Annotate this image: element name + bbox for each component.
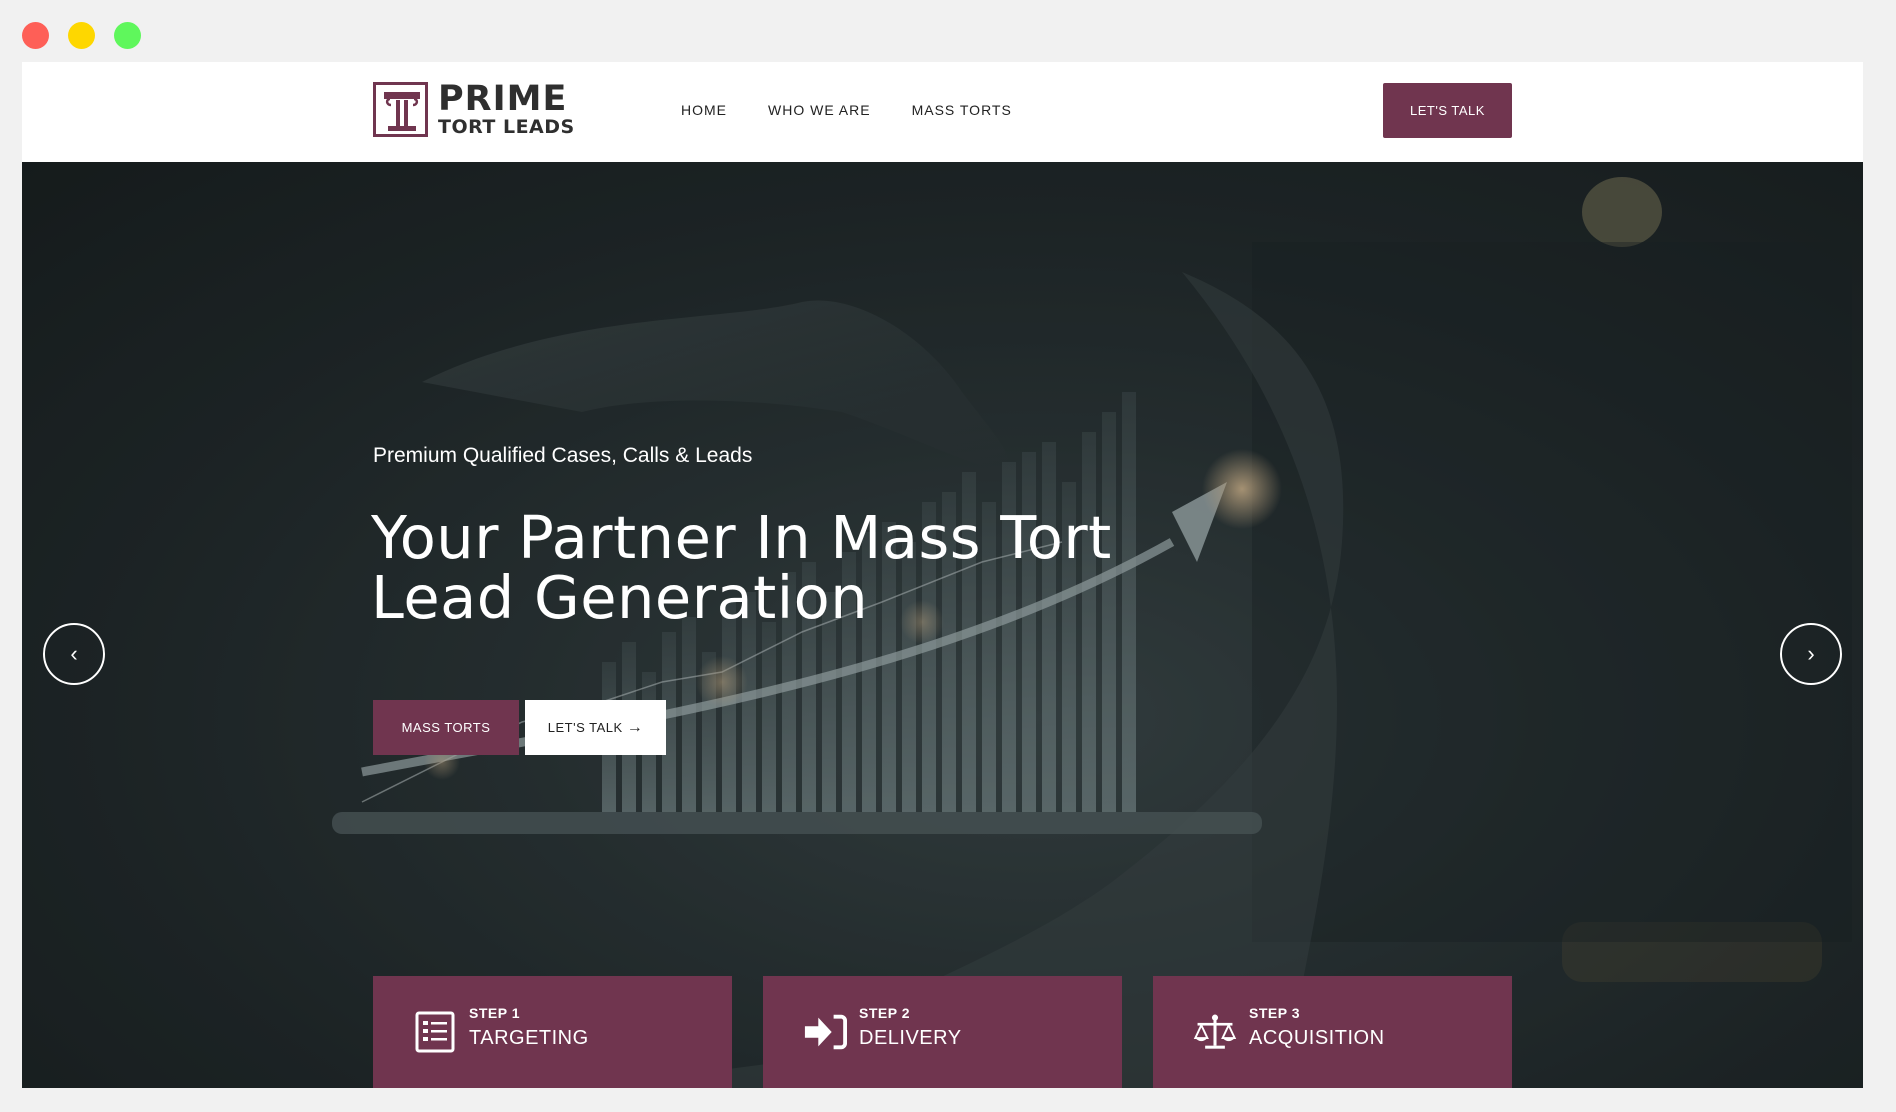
hero-title-line-2: Lead Generation bbox=[371, 563, 869, 632]
lets-talk-label: LET'S TALK bbox=[547, 720, 623, 735]
hero-title-line-1: Your Partner In Mass Tort bbox=[371, 503, 1112, 572]
logo-prime-text: PRIME bbox=[438, 79, 568, 119]
step-1-label: TARGETING bbox=[469, 1026, 589, 1049]
hero-eyebrow: Premium Qualified Cases, Calls & Leads bbox=[373, 444, 753, 467]
header-lets-talk-button[interactable]: LET'S TALK bbox=[1383, 83, 1512, 138]
list-document-icon bbox=[413, 1010, 457, 1054]
chevron-left-icon: ‹ bbox=[70, 641, 78, 666]
step-2-label: DELIVERY bbox=[859, 1026, 962, 1049]
step-card-acquisition[interactable]: STEP 3 ACQUISITION bbox=[1153, 976, 1512, 1088]
arrow-right-icon: → bbox=[626, 718, 644, 736]
balance-scale-icon bbox=[1193, 1010, 1237, 1054]
mass-torts-button[interactable]: MASS TORTS bbox=[373, 700, 519, 755]
browser-viewport: PRIME TORT LEADS HOME WHO WE ARE MASS TO… bbox=[22, 62, 1863, 1088]
nav-item-home[interactable]: HOME bbox=[681, 102, 727, 118]
step-1-number: STEP 1 bbox=[469, 1004, 520, 1021]
step-card-targeting[interactable]: STEP 1 TARGETING bbox=[373, 976, 732, 1088]
step-card-delivery[interactable]: STEP 2 DELIVERY bbox=[763, 976, 1122, 1088]
logo-subtitle-text: TORT LEADS bbox=[438, 116, 575, 138]
step-3-number: STEP 3 bbox=[1249, 1004, 1300, 1021]
chevron-right-icon: › bbox=[1807, 641, 1815, 666]
logo-pillar-icon bbox=[373, 82, 428, 137]
step-2-number: STEP 2 bbox=[859, 1004, 910, 1021]
steps-row: STEP 1 TARGETING STEP 2 DELIVERY STEP 3 … bbox=[373, 976, 1512, 1088]
maximize-window-button[interactable] bbox=[114, 22, 141, 49]
hero-title: Your Partner In Mass Tort Lead Generatio… bbox=[371, 508, 1271, 628]
nav-item-mass-torts[interactable]: MASS TORTS bbox=[912, 102, 1012, 118]
lets-talk-button[interactable]: LET'S TALK → bbox=[525, 700, 666, 755]
nav-item-who-we-are[interactable]: WHO WE ARE bbox=[768, 102, 871, 118]
hero-buttons: MASS TORTS LET'S TALK → bbox=[373, 700, 666, 755]
site-logo[interactable]: PRIME TORT LEADS bbox=[373, 82, 575, 137]
slider-prev-button[interactable]: ‹ bbox=[43, 623, 105, 685]
sign-in-arrow-icon bbox=[803, 1010, 847, 1054]
close-window-button[interactable] bbox=[22, 22, 49, 49]
main-nav: HOME WHO WE ARE MASS TORTS bbox=[681, 102, 1012, 118]
hero-slider: Premium Qualified Cases, Calls & Leads Y… bbox=[22, 162, 1863, 1088]
slider-next-button[interactable]: › bbox=[1780, 623, 1842, 685]
minimize-window-button[interactable] bbox=[68, 22, 95, 49]
window-controls bbox=[22, 22, 141, 49]
site-header: PRIME TORT LEADS HOME WHO WE ARE MASS TO… bbox=[22, 62, 1863, 162]
step-3-label: ACQUISITION bbox=[1249, 1026, 1385, 1049]
